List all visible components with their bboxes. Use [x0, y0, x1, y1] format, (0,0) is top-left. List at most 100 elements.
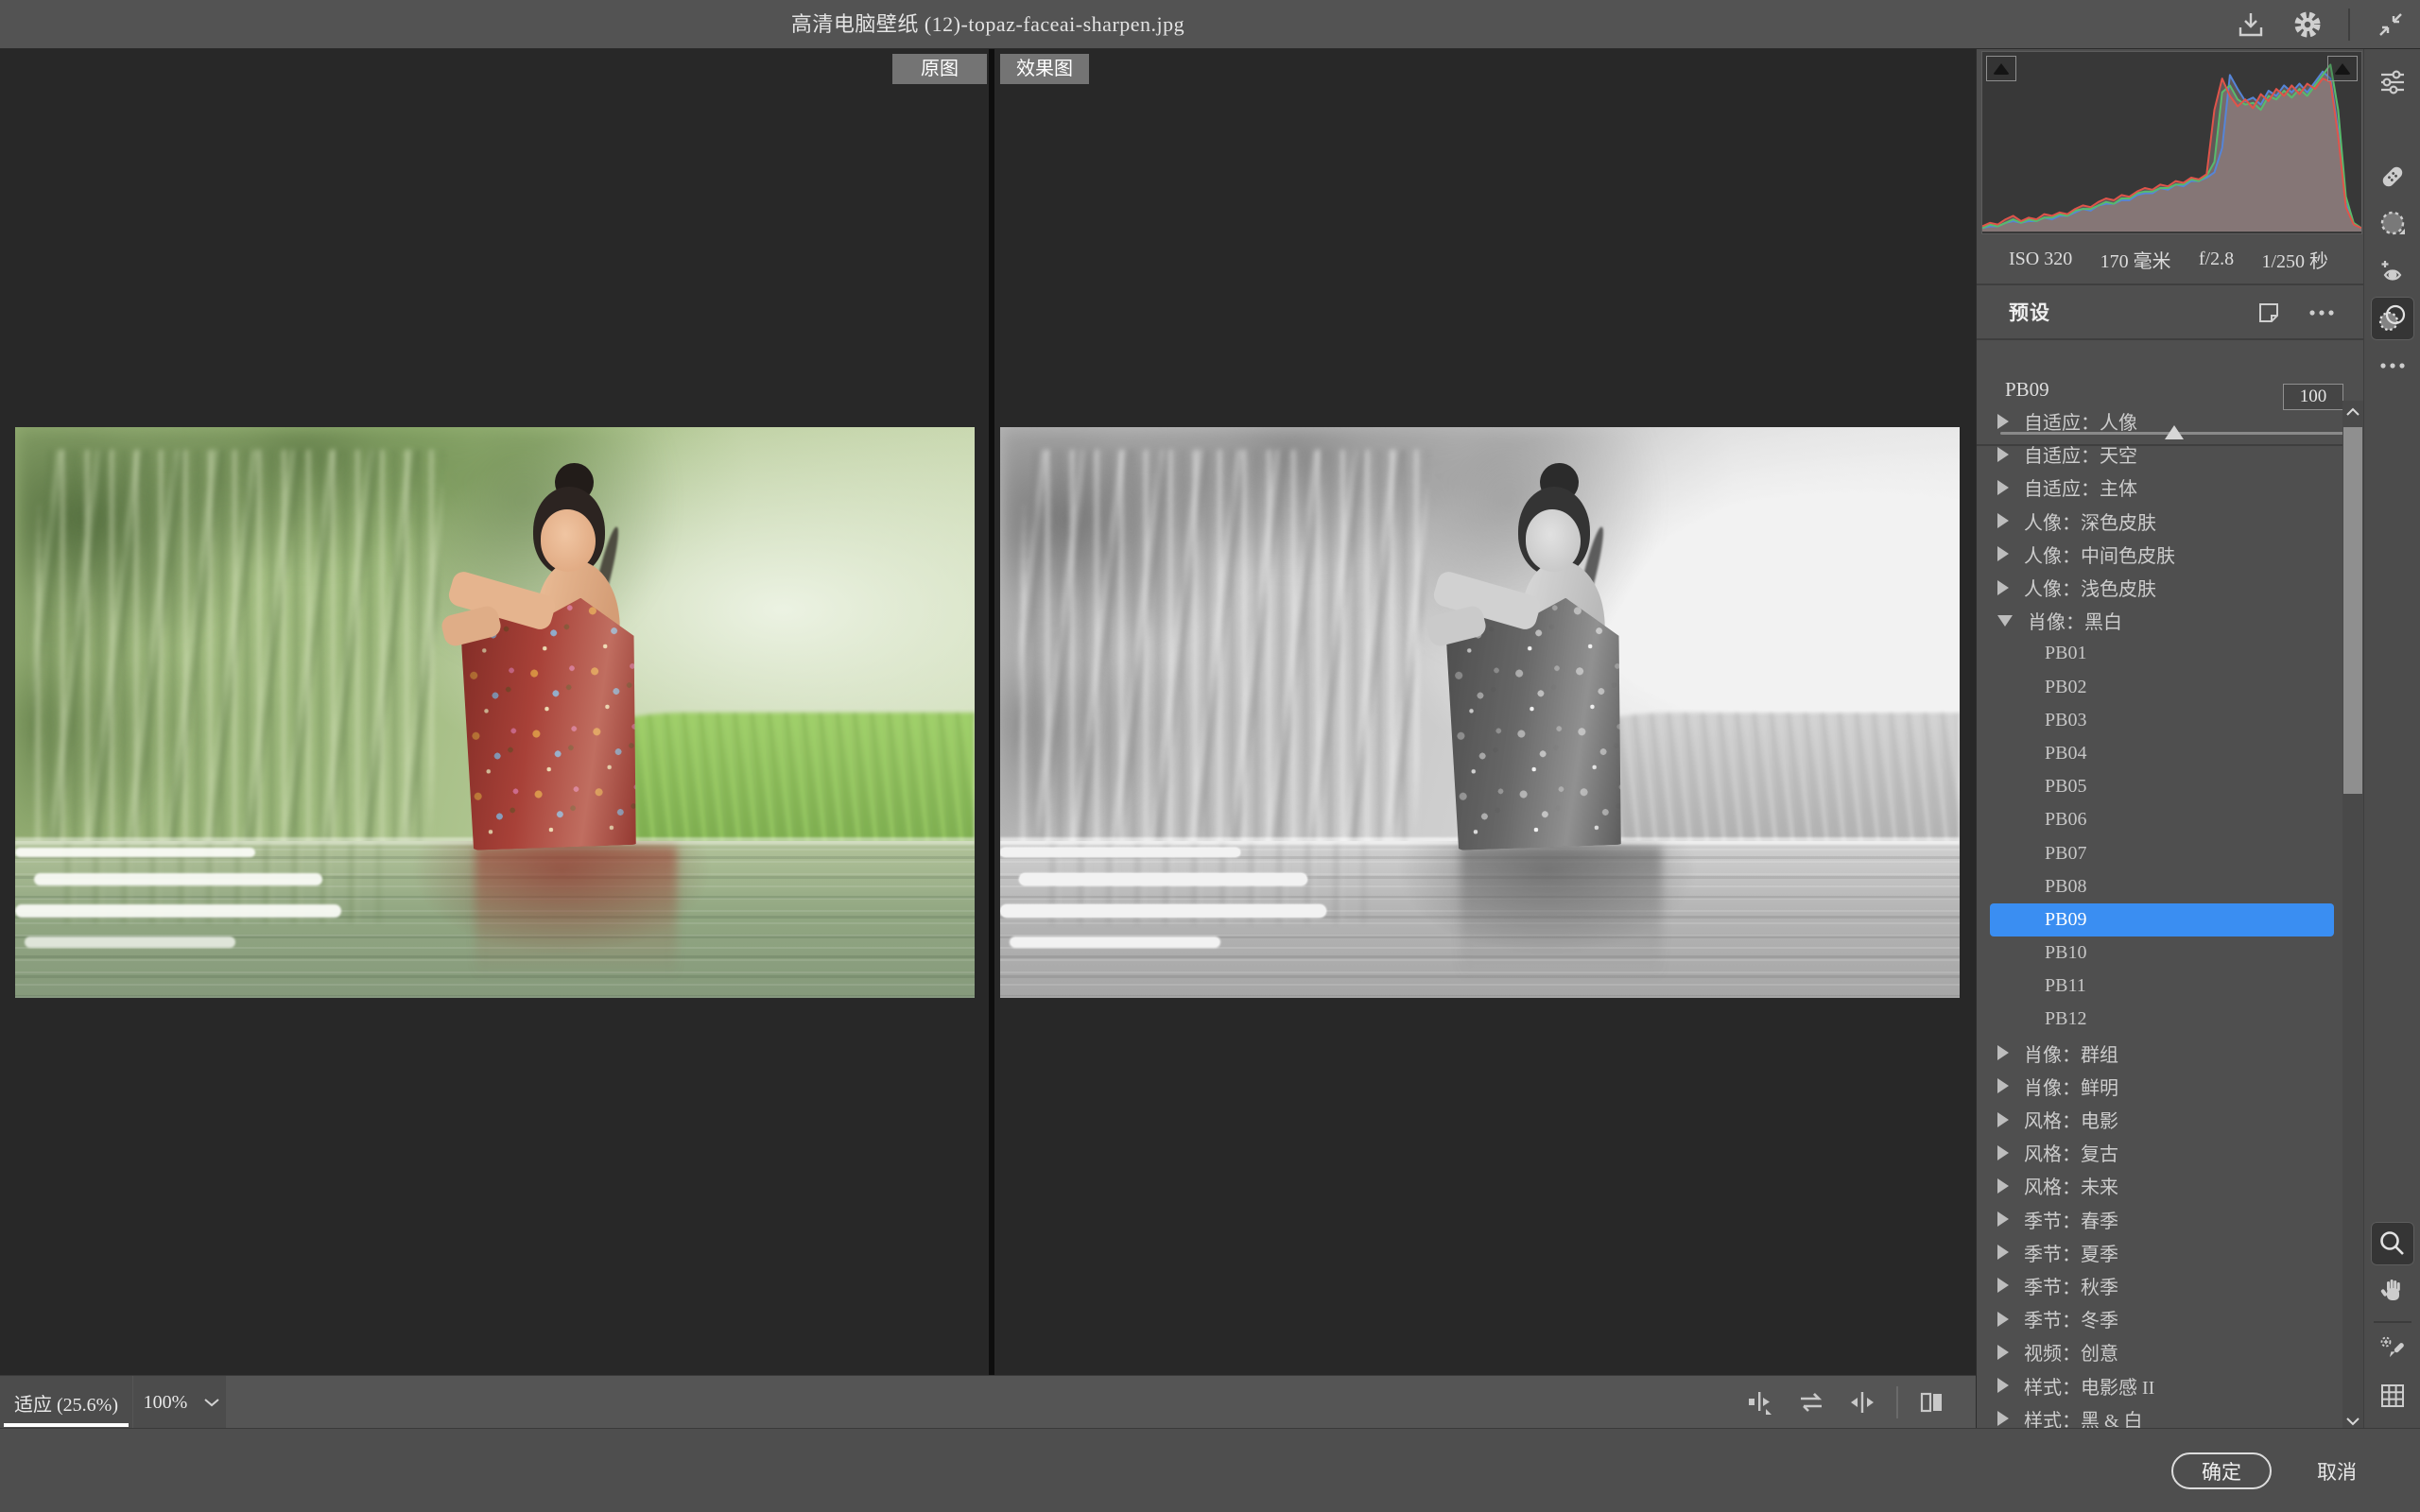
disclosure-triangle-icon[interactable] [1997, 447, 2009, 462]
disclosure-triangle-icon[interactable] [1997, 1411, 2009, 1426]
hand-tool-icon[interactable] [2371, 1269, 2414, 1313]
masking-icon[interactable] [2371, 202, 2414, 246]
cancel-button[interactable]: 取消 [2299, 1452, 2375, 1489]
preset-row[interactable]: PB03 [1977, 704, 2343, 737]
preset-label: 自适应：天空 [2024, 440, 2137, 468]
scroll-up-icon[interactable] [2342, 401, 2363, 423]
preset-row[interactable]: PB04 [1977, 737, 2343, 770]
disclosure-triangle-icon[interactable] [1997, 1345, 2009, 1360]
presets-title: 预设 [2009, 285, 2050, 340]
titlebar-actions [2235, 0, 2407, 49]
preset-group-row[interactable]: 人像：深色皮肤 [1977, 505, 2343, 538]
disclosure-triangle-icon[interactable] [1997, 1145, 2009, 1160]
disclosure-triangle-icon[interactable] [1997, 546, 2009, 561]
preset-row[interactable]: PB05 [1977, 770, 2343, 803]
preset-group-row[interactable]: 自适应：主体 [1977, 471, 2343, 504]
edit-panel-icon[interactable] [2371, 60, 2414, 104]
preset-group-row[interactable]: 季节：夏季 [1977, 1236, 2343, 1269]
preset-label: 风格：未来 [2024, 1172, 2118, 1199]
split-view-icon[interactable] [1845, 1385, 1879, 1419]
disclosure-triangle-icon[interactable] [1997, 1245, 2009, 1260]
preset-row[interactable]: PB07 [1977, 836, 2343, 869]
side-by-side-view-icon[interactable] [1915, 1385, 1949, 1419]
panel-more-icon[interactable] [2371, 344, 2414, 387]
preset-row[interactable]: PB09 [1990, 903, 2334, 936]
healing-brush-icon[interactable] [2371, 155, 2414, 198]
swap-views-icon[interactable] [1794, 1385, 1828, 1419]
disclosure-triangle-icon[interactable] [1997, 580, 2009, 595]
preset-group-row[interactable]: 季节：秋季 [1977, 1269, 2343, 1302]
create-preset-icon[interactable] [2255, 299, 2283, 327]
zoom-dropdown-caret[interactable] [198, 1376, 226, 1429]
disclosure-triangle-icon[interactable] [1997, 480, 2009, 495]
preset-group-row[interactable]: 风格：复古 [1977, 1136, 2343, 1169]
disclosure-triangle-icon[interactable] [1997, 414, 2009, 429]
preset-list: 自适应：人像自适应：天空自适应：主体人像：深色皮肤人像：中间色皮肤人像：浅色皮肤… [1977, 404, 2343, 1428]
preset-group-row[interactable]: 视频：创意 [1977, 1335, 2343, 1368]
disclosure-triangle-icon[interactable] [1997, 1378, 2009, 1393]
collapse-view-icon[interactable] [2375, 9, 2407, 41]
disclosure-triangle-icon[interactable] [1997, 1211, 2009, 1227]
preset-row[interactable]: PB12 [1977, 1003, 2343, 1036]
disclosure-triangle-icon[interactable] [1997, 1078, 2009, 1093]
result-photo[interactable] [1000, 427, 1960, 998]
preset-label: 视频：创意 [2024, 1338, 2118, 1366]
foam-streak [34, 873, 322, 885]
preset-group-row[interactable]: 季节：冬季 [1977, 1302, 2343, 1335]
before-after-left-icon[interactable] [1743, 1385, 1777, 1419]
original-view-label: 原图 [892, 54, 987, 84]
preset-group-row[interactable]: 人像：中间色皮肤 [1977, 538, 2343, 571]
preset-list-scrollbar[interactable] [2342, 401, 2363, 1428]
preset-label: 季节：春季 [2024, 1206, 2118, 1233]
preset-group-row[interactable]: 肖像：鲜明 [1977, 1070, 2343, 1103]
sampler-eyedropper-icon[interactable] [2371, 1327, 2414, 1370]
highlight-clipping-toggle[interactable] [2327, 56, 2358, 81]
preset-row[interactable]: PB08 [1977, 870, 2343, 903]
preset-row[interactable]: PB01 [1977, 637, 2343, 670]
preset-label: PB02 [2045, 677, 2086, 698]
disclosure-triangle-icon[interactable] [1997, 615, 2013, 627]
zoom-100-tab[interactable]: 100% [133, 1376, 198, 1429]
disclosure-triangle-icon[interactable] [1997, 1278, 2009, 1293]
preset-group-row[interactable]: 样式：黑 & 白 [1977, 1402, 2343, 1428]
red-eye-icon[interactable] [2371, 249, 2414, 293]
preset-label: 肖像：鲜明 [2024, 1073, 2118, 1100]
disclosure-triangle-icon[interactable] [1997, 513, 2009, 528]
preview-canvas: 原图 效果图 [0, 49, 1976, 1375]
disclosure-triangle-icon[interactable] [1997, 1045, 2009, 1060]
figure-face [541, 509, 596, 572]
preset-group-row[interactable]: 肖像：黑白 [1977, 604, 2343, 637]
preset-group-row[interactable]: 风格：电影 [1977, 1103, 2343, 1136]
preset-group-row[interactable]: 自适应：人像 [1977, 404, 2343, 438]
ok-button[interactable]: 确定 [2171, 1452, 2272, 1489]
preset-row[interactable]: PB11 [1977, 970, 2343, 1003]
preset-group-row[interactable]: 人像：浅色皮肤 [1977, 571, 2343, 604]
more-options-icon[interactable] [2308, 299, 2336, 327]
preset-group-row[interactable]: 风格：未来 [1977, 1169, 2343, 1202]
disclosure-triangle-icon[interactable] [1997, 1312, 2009, 1327]
zoom-fit-tab[interactable]: 适应 (25.6%) [0, 1376, 132, 1429]
grid-overlay-icon[interactable] [2371, 1374, 2414, 1418]
preset-row[interactable]: PB02 [1977, 671, 2343, 704]
presets-panel-icon[interactable] [2371, 297, 2414, 340]
preset-group-row[interactable]: 样式：电影感 II [1977, 1368, 2343, 1401]
disclosure-triangle-icon[interactable] [1997, 1112, 2009, 1127]
save-image-icon[interactable] [2235, 9, 2267, 41]
disclosure-triangle-icon[interactable] [1997, 1178, 2009, 1194]
settings-gear-icon[interactable] [2291, 9, 2324, 41]
original-photo[interactable] [15, 427, 975, 998]
preset-group-row[interactable]: 自适应：天空 [1977, 438, 2343, 471]
scrollbar-thumb[interactable] [2343, 427, 2362, 794]
preset-label: PB05 [2045, 776, 2086, 798]
scroll-down-icon[interactable] [2342, 1410, 2363, 1428]
preset-group-row[interactable]: 肖像：群组 [1977, 1037, 2343, 1070]
preset-row[interactable]: PB06 [1977, 803, 2343, 836]
split-view-divider[interactable] [989, 49, 994, 1375]
preset-row[interactable]: PB10 [1977, 936, 2343, 970]
preset-label: 自适应：主体 [2024, 473, 2137, 501]
preset-label: 季节：秋季 [2024, 1272, 2118, 1299]
zoom-tool-icon[interactable] [2371, 1222, 2414, 1265]
shadow-clipping-toggle[interactable] [1986, 56, 2016, 81]
foam-streak [25, 936, 235, 948]
preset-group-row[interactable]: 季节：春季 [1977, 1203, 2343, 1236]
